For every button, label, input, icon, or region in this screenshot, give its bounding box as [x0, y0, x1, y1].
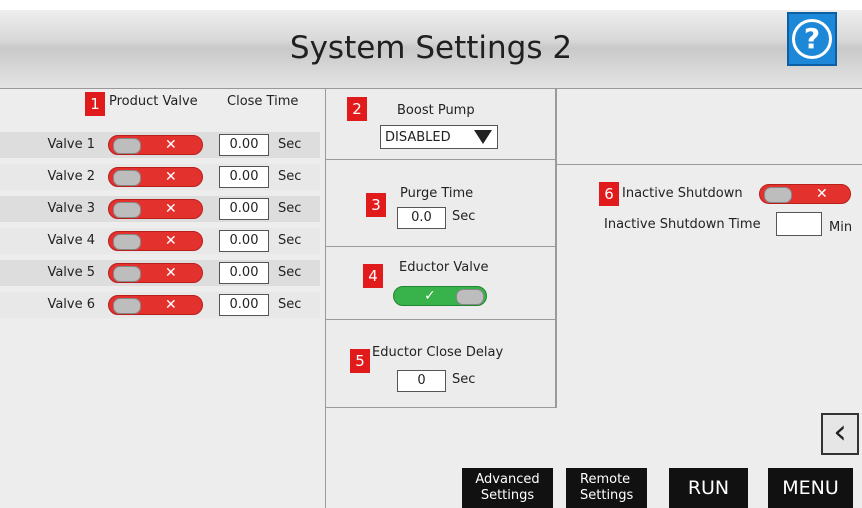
toggle-knob	[113, 234, 141, 250]
product-valve-toggle[interactable]: ✕	[108, 231, 203, 251]
close-time-header: Close Time	[227, 94, 299, 109]
close-time-input[interactable]: 0.00	[219, 294, 269, 316]
close-time-unit: Sec	[278, 265, 302, 280]
close-time-unit: Sec	[278, 233, 302, 248]
toggle-knob	[113, 202, 141, 218]
eductor-valve-panel	[325, 246, 556, 320]
check-icon: ✓	[424, 288, 436, 304]
close-time-input[interactable]: 0.00	[219, 230, 269, 252]
toggle-knob	[113, 266, 141, 282]
valve-row: Valve 6 ✕ 0.00 Sec	[0, 292, 320, 318]
section-4-badge: 4	[363, 264, 383, 288]
remote-settings-button[interactable]: Remote Settings	[566, 468, 647, 508]
menu-button[interactable]: MENU	[768, 468, 853, 508]
close-time-input[interactable]: 0.00	[219, 198, 269, 220]
product-valve-toggle[interactable]: ✕	[108, 199, 203, 219]
product-valve-toggle[interactable]: ✕	[108, 295, 203, 315]
valve-row: Valve 5 ✕ 0.00 Sec	[0, 260, 320, 286]
close-time-unit: Sec	[278, 201, 302, 216]
section-5-badge: 5	[350, 349, 370, 373]
toggle-knob	[113, 170, 141, 186]
section-2-badge: 2	[347, 97, 367, 121]
x-icon: ✕	[816, 186, 828, 202]
purge-time-label: Purge Time	[400, 186, 474, 201]
back-button[interactable]: ‹	[821, 413, 859, 455]
close-time-input[interactable]: 0.00	[219, 134, 269, 156]
eductor-valve-toggle[interactable]: ✓	[393, 286, 487, 306]
page-title: System Settings 2	[289, 30, 573, 66]
eductor-delay-input[interactable]: 0	[397, 370, 446, 392]
section-3-badge: 3	[366, 193, 386, 217]
eductor-delay-label: Eductor Close Delay	[372, 345, 504, 360]
toggle-knob	[113, 298, 141, 314]
boost-pump-selected: DISABLED	[385, 130, 451, 145]
x-icon: ✕	[165, 297, 177, 313]
chevron-down-icon[interactable]	[469, 126, 497, 148]
product-valve-toggle[interactable]: ✕	[108, 263, 203, 283]
x-icon: ✕	[165, 201, 177, 217]
inactive-shutdown-label: Inactive Shutdown	[622, 186, 743, 201]
valve-row: Valve 1 ✕ 0.00 Sec	[0, 132, 320, 158]
valve-label: Valve 1	[47, 137, 95, 152]
toggle-knob	[113, 138, 141, 154]
close-time-input[interactable]: 0.00	[219, 262, 269, 284]
close-time-unit: Sec	[278, 169, 302, 184]
panel-divider	[556, 88, 557, 408]
x-icon: ✕	[165, 169, 177, 185]
valve-label: Valve 3	[47, 201, 95, 216]
valve-row: Valve 4 ✕ 0.00 Sec	[0, 228, 320, 254]
purge-time-unit: Sec	[452, 209, 476, 224]
toggle-knob	[764, 187, 792, 203]
section-6-badge: 6	[599, 182, 619, 206]
x-icon: ✕	[165, 233, 177, 249]
eductor-delay-unit: Sec	[452, 372, 476, 387]
close-time-unit: Sec	[278, 137, 302, 152]
valve-label: Valve 2	[47, 169, 95, 184]
run-button[interactable]: RUN	[669, 468, 748, 508]
horizontal-divider	[556, 164, 862, 165]
remote-settings-line1: Remote	[580, 472, 631, 487]
remote-settings-line2: Settings	[580, 488, 634, 503]
advanced-settings-line1: Advanced	[475, 472, 540, 487]
valve-label: Valve 5	[47, 265, 95, 280]
close-time-input[interactable]: 0.00	[219, 166, 269, 188]
eductor-valve-label: Eductor Valve	[399, 260, 489, 275]
advanced-settings-line2: Settings	[480, 488, 535, 503]
valve-label: Valve 4	[47, 233, 95, 248]
inactive-time-input[interactable]	[776, 212, 822, 236]
x-icon: ✕	[165, 265, 177, 281]
product-valve-header: Product Valve	[109, 94, 198, 109]
inactive-time-label: Inactive Shutdown Time	[604, 217, 761, 232]
close-time-unit: Sec	[278, 297, 302, 312]
valve-row: Valve 2 ✕ 0.00 Sec	[0, 164, 320, 190]
inactive-shutdown-toggle[interactable]: ✕	[759, 184, 851, 204]
section-1-badge: 1	[85, 92, 105, 116]
x-icon: ✕	[165, 137, 177, 153]
purge-time-panel	[325, 159, 556, 247]
valve-row: Valve 3 ✕ 0.00 Sec	[0, 196, 320, 222]
valve-label: Valve 6	[47, 297, 95, 312]
boost-pump-dropdown[interactable]: DISABLED	[380, 125, 498, 149]
toggle-knob	[456, 289, 484, 305]
purge-time-input[interactable]: 0.0	[397, 207, 446, 229]
advanced-settings-button[interactable]: Advanced Settings	[462, 468, 553, 508]
help-icon: ?	[792, 19, 832, 59]
chevron-left-icon: ‹	[833, 412, 847, 452]
product-valve-toggle[interactable]: ✕	[108, 135, 203, 155]
boost-pump-label: Boost Pump	[397, 103, 475, 118]
product-valve-toggle[interactable]: ✕	[108, 167, 203, 187]
help-button[interactable]: ?	[787, 12, 837, 66]
inactive-time-unit: Min	[829, 220, 853, 235]
